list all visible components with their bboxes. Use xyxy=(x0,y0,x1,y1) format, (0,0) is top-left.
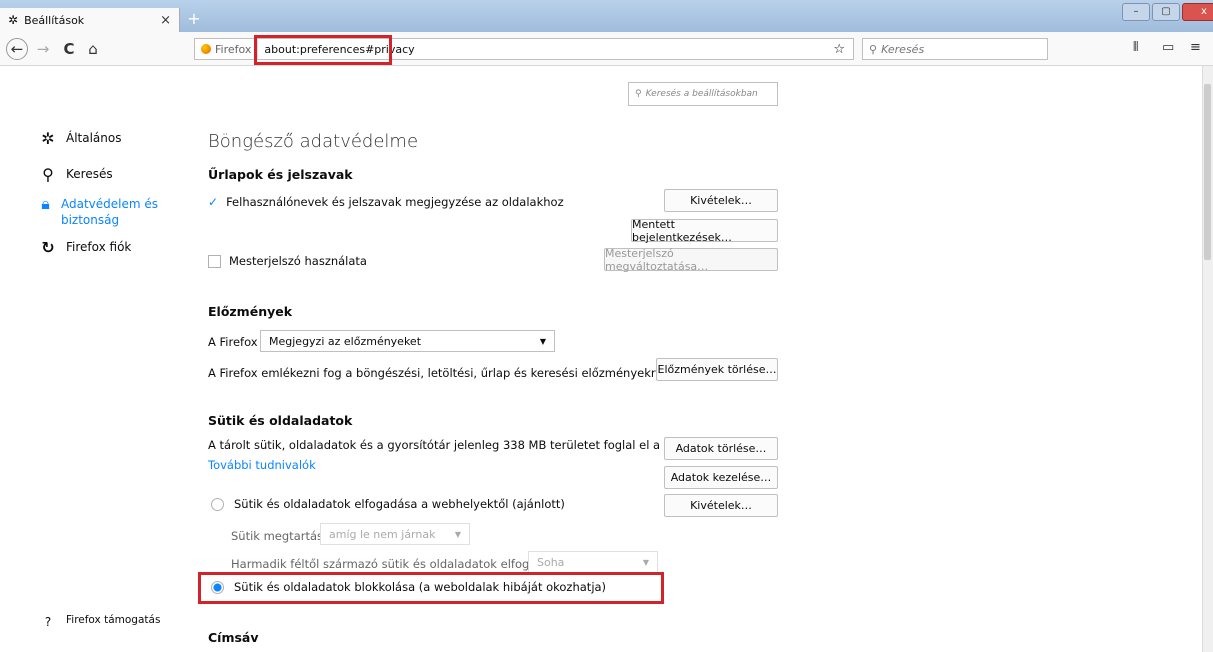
history-description: A Firefox emlékezni fog a böngészési, le… xyxy=(208,366,667,380)
sidebar-item-privacy[interactable]: 🔒︎ Adatvédelem és biztonság xyxy=(40,196,170,228)
remember-logins-row[interactable]: ✓ Felhasználónevek és jelszavak megjegyz… xyxy=(208,195,564,209)
clear-data-button[interactable]: Adatok törlése… xyxy=(664,437,778,460)
history-mode-label: A Firefox xyxy=(208,335,258,349)
checkbox-checked[interactable]: ✓ xyxy=(208,195,218,209)
learn-more-link[interactable]: További tudnivalók xyxy=(208,458,316,472)
forms-heading: Űrlapok és jelszavak xyxy=(208,167,353,182)
tab-preferences[interactable]: ✲ Beállítások × xyxy=(0,8,180,32)
page-title: Böngésző adatvédelme xyxy=(208,131,419,152)
history-mode-dropdown[interactable]: Megjegyzi az előzményeket ▼ xyxy=(260,330,555,352)
restore-button[interactable]: ▢ xyxy=(1152,3,1180,21)
chevron-down-icon: ▼ xyxy=(642,557,649,567)
identity-label: Firefox xyxy=(215,42,252,56)
checkbox-unchecked[interactable] xyxy=(208,254,221,268)
search-placeholder: Keresés xyxy=(881,42,925,56)
block-highlight-box xyxy=(198,572,664,604)
third-party-value: Soha xyxy=(537,555,565,569)
menu-icon[interactable]: ≡ xyxy=(1190,40,1201,55)
third-party-dropdown[interactable]: Soha ▼ xyxy=(528,551,658,573)
master-password-label: Mesterjelszó használata xyxy=(229,254,367,268)
gear-icon: ✲ xyxy=(41,129,55,148)
search-icon: ⚲ xyxy=(42,165,54,184)
address-bar-heading: Címsáv xyxy=(208,630,259,645)
cookies-heading: Sütik és oldaladatok xyxy=(208,413,353,428)
sidebar-item-general[interactable]: ✲ Általános xyxy=(40,129,122,148)
logins-exceptions-button[interactable]: Kivételek… xyxy=(664,189,778,212)
chevron-down-icon: ▼ xyxy=(539,336,546,346)
third-party-label: Harmadik féltől származó sütik és oldala… xyxy=(231,557,564,571)
forward-button[interactable]: → xyxy=(32,38,54,60)
search-bar[interactable]: ⚲ Keresés xyxy=(862,38,1048,60)
preferences-search-placeholder: Keresés a beállításokban xyxy=(645,89,758,99)
gear-icon: ✲ xyxy=(8,13,19,27)
master-password-row[interactable]: Mesterjelszó használata xyxy=(208,254,367,268)
cookies-usage-text: A tárolt sütik, oldaladatok és a gyorsít… xyxy=(208,438,717,452)
window-close-button[interactable]: x xyxy=(1182,3,1213,21)
support-label: Firefox támogatás xyxy=(66,614,161,626)
home-icon: ⌂ xyxy=(88,40,98,58)
sync-icon: ↻ xyxy=(41,238,55,257)
keep-until-value: amíg le nem járnak xyxy=(329,527,436,541)
sidebar-item-label: Firefox fiók xyxy=(66,240,132,254)
chevron-down-icon: ▼ xyxy=(454,529,461,539)
sidebar-item-search[interactable]: ⚲ Keresés xyxy=(40,165,113,184)
tab-title: Beállítások xyxy=(24,13,85,27)
identity-box[interactable]: Firefox xyxy=(195,39,259,59)
title-bar xyxy=(0,0,1213,32)
saved-logins-button[interactable]: Mentett bejelentkezések… xyxy=(631,218,778,244)
history-heading: Előzmények xyxy=(208,304,293,319)
cookies-exceptions-button[interactable]: Kivételek… xyxy=(664,494,778,517)
forward-arrow-icon: → xyxy=(36,40,50,58)
reload-icon: C xyxy=(63,40,75,58)
help-icon: ? xyxy=(44,615,52,629)
preferences-search-input[interactable]: ⚲ Keresés a beállításokban xyxy=(628,82,778,106)
minimize-button[interactable]: – xyxy=(1122,3,1150,21)
lock-icon: 🔒︎ xyxy=(41,194,50,213)
library-icon[interactable]: ⫴ xyxy=(1133,40,1138,55)
change-master-password-button[interactable]: Mesterjelszó megváltoztatása… xyxy=(604,247,778,273)
window-controls: – ▢ x xyxy=(1122,3,1213,21)
radio-accept[interactable] xyxy=(211,497,224,511)
support-link[interactable]: ? Firefox támogatás xyxy=(40,614,161,630)
clear-history-button[interactable]: Előzmények törlése… xyxy=(656,358,778,381)
sidebar-item-label: Általános xyxy=(66,131,122,145)
sidebar-item-sync[interactable]: ↻ Firefox fiók xyxy=(40,240,131,256)
accept-cookies-label: Sütik és oldaladatok elfogadása a webhel… xyxy=(234,497,565,511)
back-arrow-icon: ← xyxy=(10,40,24,58)
keep-until-dropdown[interactable]: amíg le nem járnak ▼ xyxy=(320,523,470,545)
sidebar-item-label: Adatvédelem és biztonság xyxy=(60,197,158,227)
accept-cookies-row[interactable]: Sütik és oldaladatok elfogadása a webhel… xyxy=(211,497,565,511)
search-icon: ⚲ xyxy=(869,42,878,56)
sidebar-item-label: Keresés xyxy=(66,167,113,181)
tab-close-button[interactable]: × xyxy=(160,13,171,28)
remember-logins-label: Felhasználónevek és jelszavak megjegyzés… xyxy=(226,195,564,209)
back-button[interactable]: ← xyxy=(6,38,28,60)
home-button[interactable]: ⌂ xyxy=(82,38,104,60)
bookmark-star-icon[interactable]: ☆ xyxy=(833,42,853,57)
scrollbar-thumb[interactable] xyxy=(1204,84,1211,260)
new-tab-button[interactable]: + xyxy=(184,10,204,30)
reload-button[interactable]: C xyxy=(58,38,80,60)
manage-data-button[interactable]: Adatok kezelése… xyxy=(664,466,778,489)
search-icon: ⚲ xyxy=(635,89,642,99)
url-highlight-box xyxy=(254,35,392,65)
keep-until-label: Sütik megtartása xyxy=(231,529,331,543)
firefox-logo-icon xyxy=(201,44,211,54)
sidebar-icon[interactable]: ▭ xyxy=(1162,40,1174,55)
history-mode-value: Megjegyzi az előzményeket xyxy=(269,334,422,348)
